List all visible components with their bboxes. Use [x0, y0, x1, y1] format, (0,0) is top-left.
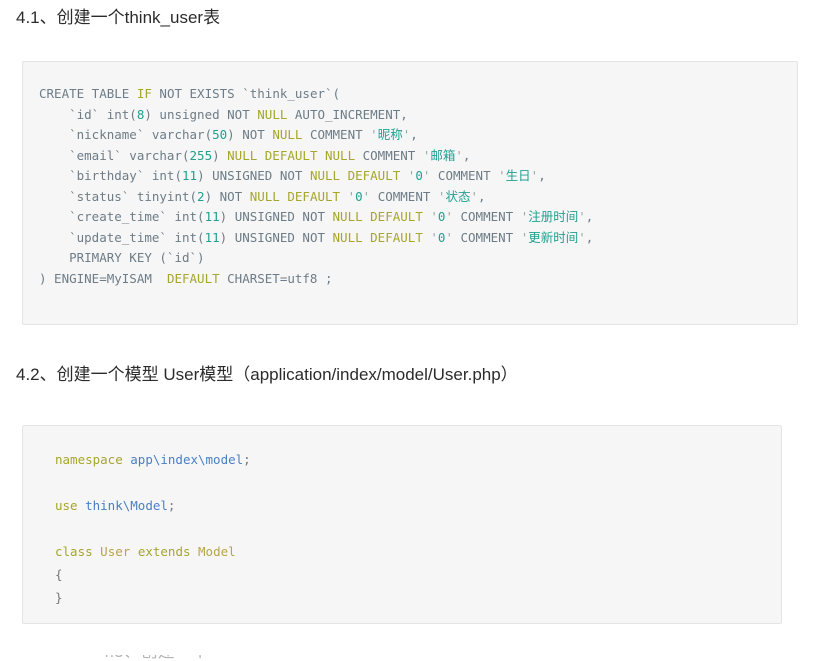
page-title-section-4-1: 4.1、创建一个think_user表: [16, 8, 221, 27]
code-content-sql: CREATE TABLE IF NOT EXISTS `think_user`(…: [39, 86, 594, 286]
code-content-php: namespace app\index\model; use think\Mod…: [55, 452, 251, 605]
next-section-clipped: 4.3、创建一个: [0, 655, 824, 661]
page-title-section-4-3-clipped: 4.3、创建一个: [100, 655, 209, 661]
code-block-php[interactable]: namespace app\index\model; use think\Mod…: [22, 425, 782, 624]
article-page: 4.1、创建一个think_user表 CREATE TABLE IF NOT …: [0, 0, 824, 661]
page-title-section-4-2: 4.2、创建一个模型 User模型（application/index/mode…: [16, 365, 518, 384]
code-block-sql[interactable]: CREATE TABLE IF NOT EXISTS `think_user`(…: [22, 61, 798, 325]
